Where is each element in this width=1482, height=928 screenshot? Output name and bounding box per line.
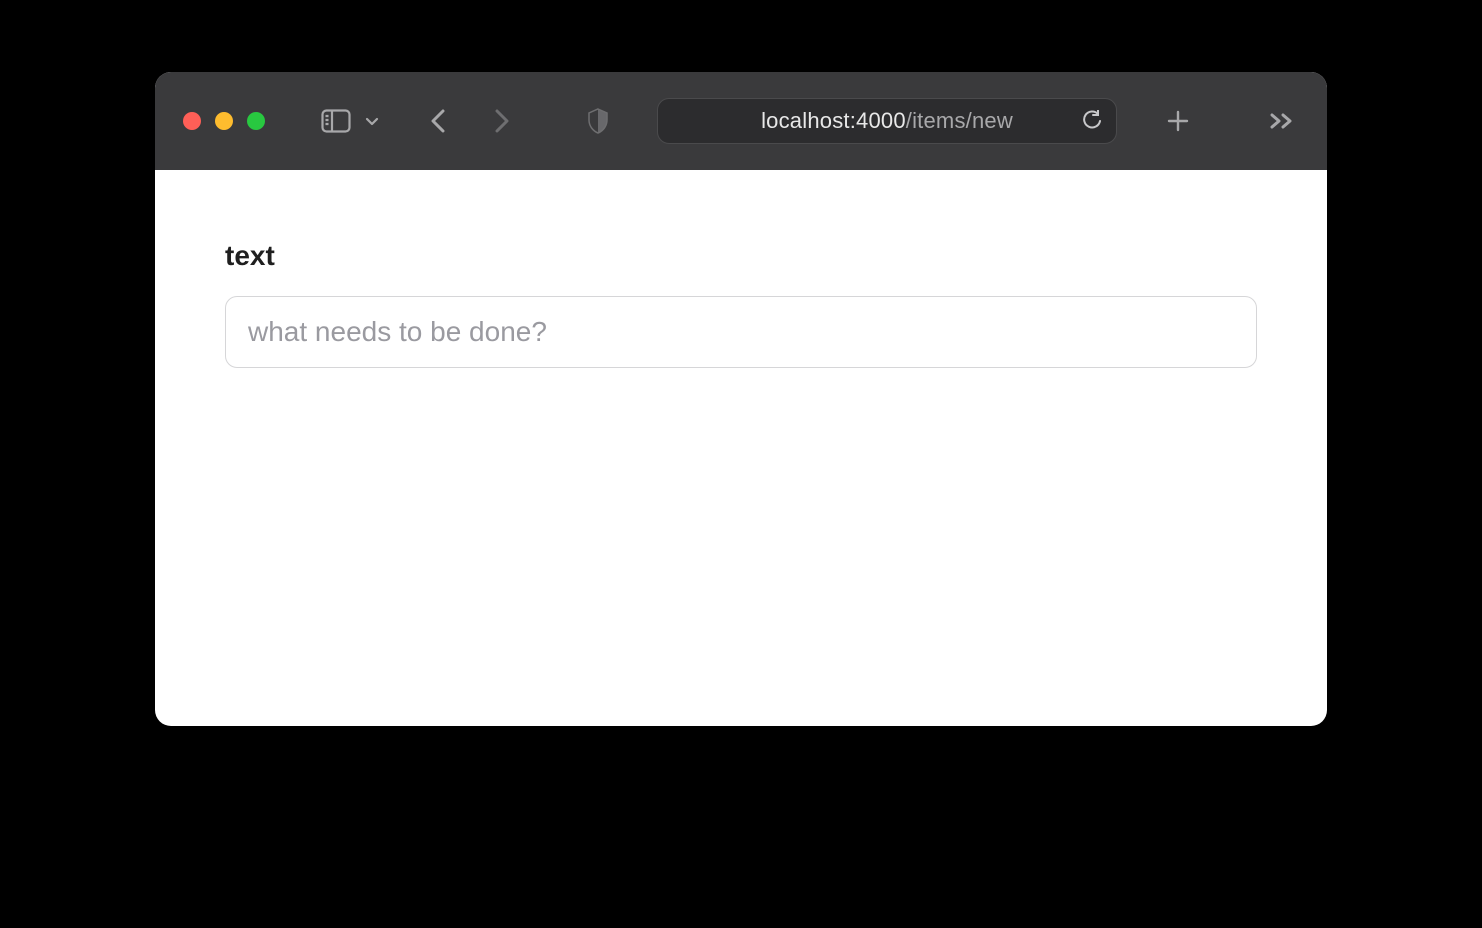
browser-toolbar: localhost:4000/items/new — [155, 72, 1327, 170]
page-content: text — [155, 170, 1327, 438]
text-field-label: text — [225, 240, 1257, 272]
browser-window: localhost:4000/items/new — [155, 72, 1327, 726]
forward-button-icon[interactable] — [485, 104, 519, 138]
minimize-window-button[interactable] — [215, 112, 233, 130]
reload-icon[interactable] — [1082, 110, 1102, 132]
todo-text-input[interactable] — [225, 296, 1257, 368]
privacy-shield-icon[interactable] — [581, 104, 615, 138]
url-text: localhost:4000/items/new — [761, 108, 1013, 134]
maximize-window-button[interactable] — [247, 112, 265, 130]
overflow-menu-icon[interactable] — [1265, 104, 1299, 138]
window-controls — [183, 112, 265, 130]
back-button-icon[interactable] — [421, 104, 455, 138]
url-host: localhost:4000 — [761, 108, 906, 133]
new-tab-icon[interactable] — [1161, 104, 1195, 138]
url-path: /items/new — [906, 108, 1013, 133]
address-bar[interactable]: localhost:4000/items/new — [657, 98, 1117, 144]
tab-group-dropdown-icon[interactable] — [355, 104, 389, 138]
sidebar-toggle-icon[interactable] — [319, 104, 353, 138]
close-window-button[interactable] — [183, 112, 201, 130]
